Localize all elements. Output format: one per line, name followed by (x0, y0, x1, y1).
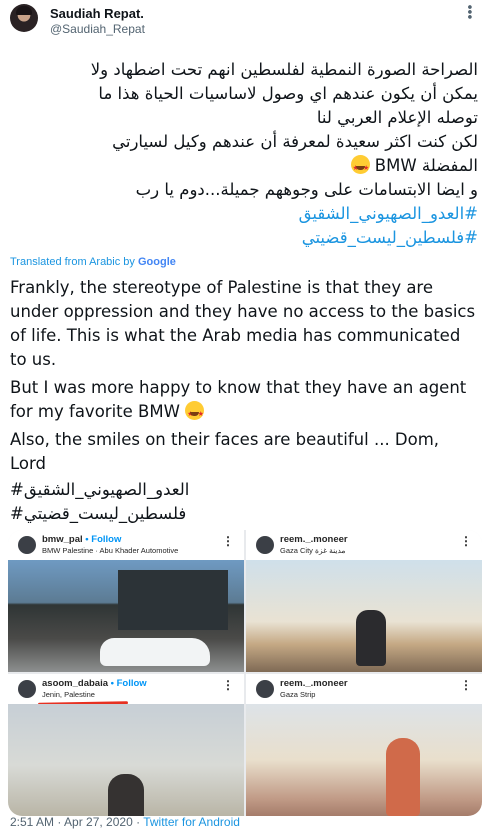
account-name: reem._.moneer (280, 534, 348, 545)
guitar-player-photo (246, 560, 482, 672)
instagram-post-header: asoom_dabaia • Follow Jenin, Palestine ⋮ (8, 674, 244, 706)
media-photo[interactable]: bmw_pal • Follow BMW Palestine · Abu Kha… (8, 530, 244, 672)
more-options-icon: ⋮ (222, 678, 234, 692)
translated-attribution[interactable]: Translated from Arabic by Google (10, 256, 176, 268)
follow-label: • Follow (110, 678, 147, 689)
more-options-icon[interactable]: ••• (463, 5, 479, 20)
tweet-arabic-line: يمكن أن يكون عندهم اي وصول لاساسيات الحي… (98, 84, 478, 103)
post-location: Gaza Strip (280, 690, 316, 699)
instagram-post-header: reem._.moneer Gaza City مدينة غزة ⋮ (246, 530, 482, 560)
translation-line: of life. This is what the Arab media has… (10, 326, 461, 345)
tweet-arabic-line-emoji: المفضلة BMW (12, 154, 478, 180)
media-grid: bmw_pal • Follow BMW Palestine · Abu Kha… (8, 530, 482, 816)
translation-line: But I was more happy to know that they h… (10, 378, 467, 397)
tweet-footer: 2:51 AM · Apr 27, 2020 · Twitter for And… (10, 815, 240, 829)
account-avatar (256, 536, 274, 554)
rooftop-photo (246, 704, 482, 816)
user-handle[interactable]: @Saudiah_Repat (50, 22, 145, 36)
instagram-post-header: reem._.moneer Gaza Strip ⋮ (246, 674, 482, 704)
translation-line: to us. (10, 350, 57, 369)
more-options-icon: ⋮ (222, 534, 234, 548)
post-location: BMW Palestine · Abu Khader Automotive (42, 546, 179, 555)
translated-label: Translated from Arabic by (10, 256, 135, 268)
hashtag-link[interactable]: #فلسطين_ليست_قضيتي (12, 226, 478, 250)
tweet-header: Saudiah Repat. @Saudiah_Repat ••• (10, 4, 480, 36)
star-struck-emoji-icon (185, 401, 205, 426)
translation-line: under oppression and they have no access… (10, 302, 476, 321)
more-options-icon: ⋮ (460, 678, 472, 692)
media-photo[interactable]: asoom_dabaia • Follow Jenin, Palestine ⋮ (8, 674, 244, 816)
more-options-icon: ⋮ (460, 534, 472, 548)
tweet-arabic-line: لكن كنت اكثر سعيدة لمعرفة أن عندهم وكيل … (112, 132, 478, 151)
media-photo[interactable]: reem._.moneer Gaza Strip ⋮ (246, 674, 482, 816)
city-view-photo (8, 704, 244, 816)
google-logo: Google (137, 256, 176, 268)
account-avatar (18, 680, 36, 698)
instagram-post-header: bmw_pal • Follow BMW Palestine · Abu Kha… (8, 530, 244, 560)
user-name[interactable]: Saudiah Repat. (50, 6, 144, 21)
translation-line: Lord (10, 454, 46, 473)
follow-label: • Follow (85, 534, 122, 545)
avatar[interactable] (10, 4, 38, 32)
bmw-showroom-photo (8, 560, 244, 672)
tweet-arabic-text: المفضلة BMW (374, 156, 478, 175)
translation-line: Also, the smiles on their faces are beau… (10, 430, 440, 449)
tweet-source-link[interactable]: Twitter for Android (143, 815, 240, 829)
translation-line: Frankly, the stereotype of Palestine is … (10, 278, 434, 297)
translation-hashtag: #العدو_الصهيوني_الشقيق (10, 480, 190, 499)
timestamp[interactable]: 2:51 AM · Apr 27, 2020 · (10, 815, 140, 829)
hashtag-link[interactable]: #العدو_الصهيوني_الشقيق (12, 202, 478, 226)
account-name: reem._.moneer (280, 678, 348, 689)
post-location: Jenin, Palestine (42, 690, 95, 699)
tweet-arabic-line: و ايضا الابتسامات على وجوههم جميلة...دوم… (135, 180, 478, 199)
account-avatar (18, 536, 36, 554)
tweet-arabic-line: الصراحة الصورة النمطية لفلسطين انهم تحت … (90, 60, 478, 79)
translation-text: for my favorite BMW (10, 402, 180, 421)
media-photo[interactable]: reem._.moneer Gaza City مدينة غزة ⋮ (246, 530, 482, 672)
translation-hashtag: #فلسطين_ليست_قضيتي (10, 504, 187, 523)
account-name: bmw_pal • Follow (42, 534, 122, 545)
post-location: Gaza City مدينة غزة (280, 546, 346, 555)
tweet-arabic-line: توصله الإعلام العربي لنا (316, 108, 478, 127)
account-name: asoom_dabaia • Follow (42, 678, 147, 689)
star-struck-emoji-icon (350, 155, 370, 180)
account-avatar (256, 680, 274, 698)
translation-line-emoji: for my favorite BMW (10, 400, 482, 426)
